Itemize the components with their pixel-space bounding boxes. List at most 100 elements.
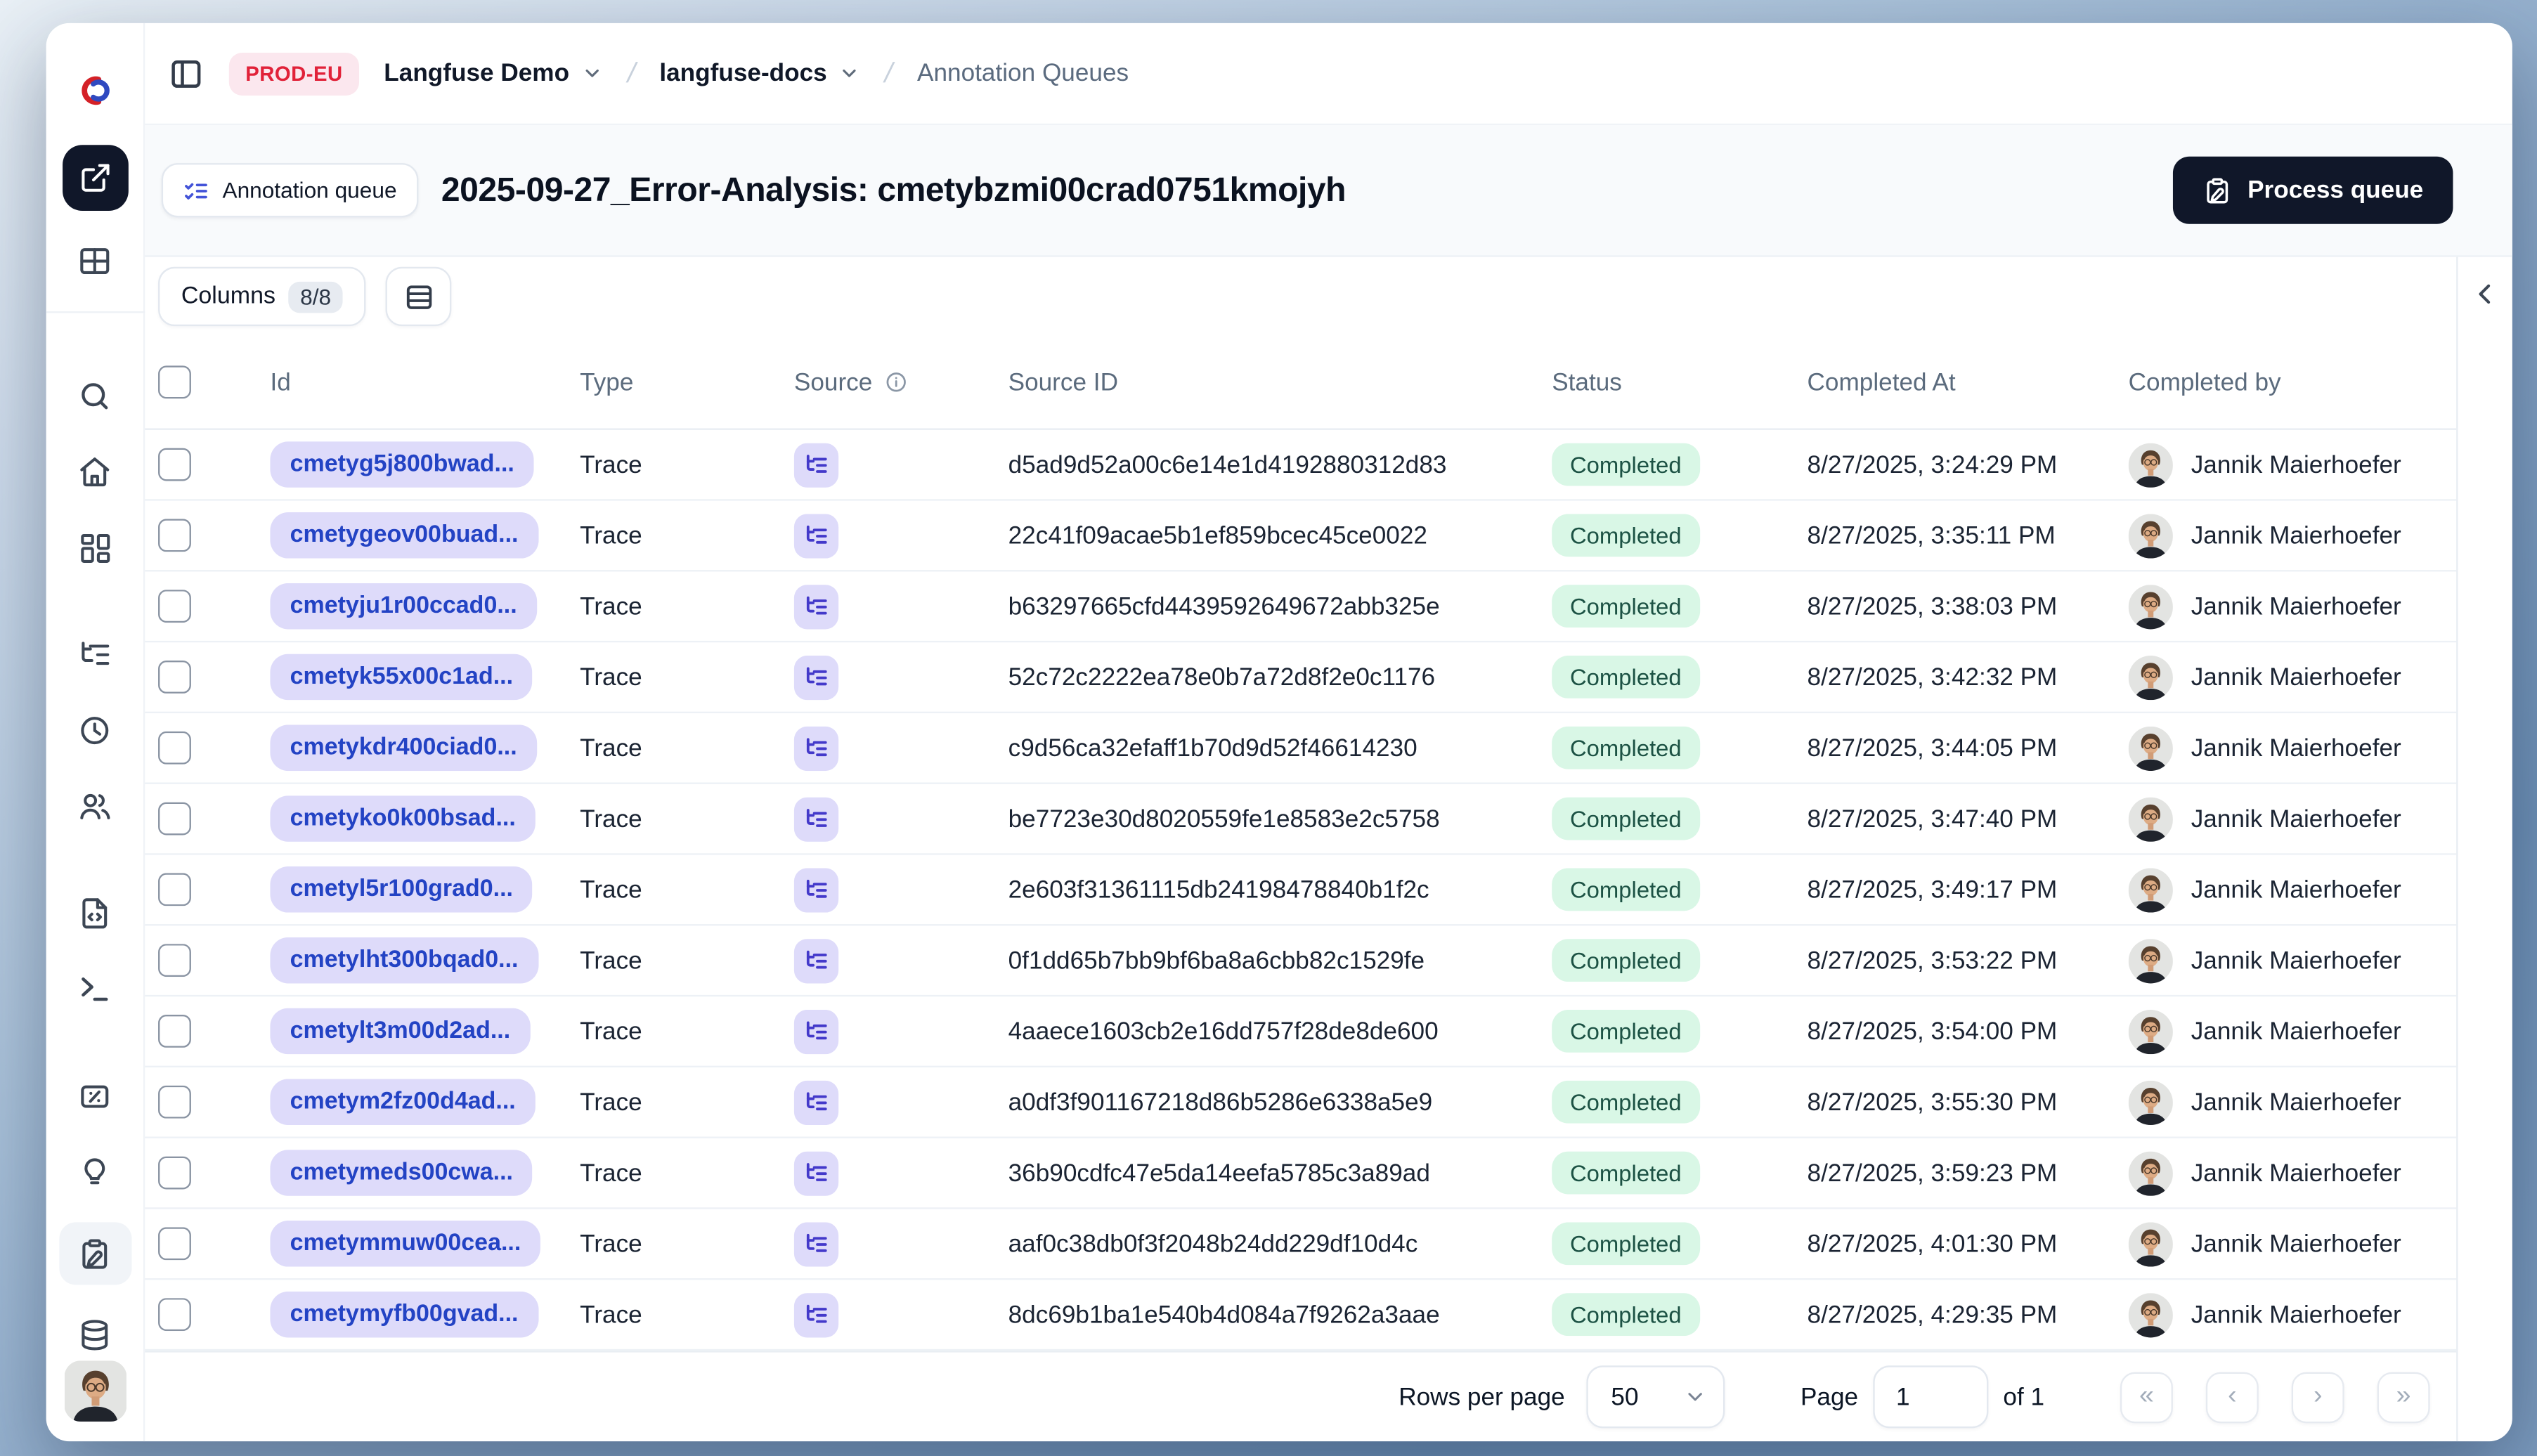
first-page-button[interactable]: « [2120,1371,2173,1423]
trace-tree-icon[interactable] [793,1292,839,1337]
user-avatar[interactable] [63,1360,126,1422]
item-id-pill[interactable]: cmetylht300bqad0... [270,937,538,984]
next-page-button[interactable]: › [2291,1371,2344,1423]
item-id-pill[interactable]: cmetyju1r00ccad0... [270,583,537,630]
column-header-id: Id [270,368,291,396]
sidebar-item-annotation-queues[interactable] [58,1223,131,1285]
sidebar-item-evaluation[interactable] [67,1072,123,1121]
sidebar-item-insights[interactable] [67,1148,123,1196]
trace-tree-icon[interactable] [793,796,839,841]
source-id: b63297665cfd4439592649672abb325e [1008,592,1440,620]
sidebar-item-playground[interactable] [67,964,123,1013]
table-row[interactable]: cmetylt3m00d2ad... Trace 4aaece1603cb2e1… [145,996,2457,1068]
langfuse-app-window: PROD-EU Langfuse Demo / langfuse-docs / … [46,22,2512,1442]
table-row[interactable]: cmetyg5j800bwad... Trace d5ad9d52a00c6e1… [145,430,2457,501]
item-type: Trace [580,875,642,904]
row-checkbox[interactable] [158,1156,191,1190]
sidebar-item-search[interactable] [67,372,123,421]
trace-tree-icon[interactable] [793,442,839,487]
trace-tree-icon[interactable] [793,725,839,770]
open-external-button[interactable] [61,145,128,210]
trace-tree-icon[interactable] [793,867,839,912]
item-id-pill[interactable]: cmetygeov00buad... [270,512,538,559]
table-row[interactable]: cmetylht300bqad0... Trace 0f1dd65b7bb9bf… [145,925,2457,997]
select-all-checkbox[interactable] [158,365,191,399]
sidebar-item-home[interactable] [67,448,123,496]
sidebar-toggle-button[interactable] [168,56,205,92]
source-id: be7723e30d8020559fe1e8583e2c5758 [1008,805,1440,833]
row-checkbox[interactable] [158,944,191,977]
columns-button[interactable]: Columns 8/8 [158,266,366,327]
trace-tree-icon[interactable] [793,937,839,983]
completed-by-name: Jannik Maierhoefer [2191,592,2401,620]
sidebar-item-datasets[interactable] [67,1311,123,1360]
row-checkbox[interactable] [158,731,191,765]
table-view-button[interactable] [67,236,123,285]
row-checkbox[interactable] [158,519,191,552]
row-checkbox[interactable] [158,1298,191,1332]
project-switcher[interactable]: langfuse-docs [659,59,859,87]
page-title: 2025-09-27_Error-Analysis: cmetybzmi00cr… [441,170,1347,209]
row-checkbox[interactable] [158,1227,191,1261]
completed-at: 8/27/2025, 3:59:23 PM [1807,1159,2058,1187]
table-header-row: Id Type Source Source ID Status Complete… [145,336,2457,430]
sidebar-divider [46,311,145,313]
item-id-pill[interactable]: cmetykdr400ciad0... [270,724,537,772]
list-checks-icon [183,177,209,204]
trace-tree-icon[interactable] [793,654,839,700]
sidebar-item-dashboards[interactable] [67,523,123,571]
trace-tree-icon[interactable] [793,1150,839,1195]
sidebar-item-sessions[interactable] [67,706,123,755]
sidebar-item-prompts[interactable] [67,890,123,938]
completed-by-cell: Jannik Maierhoefer [2109,1150,2457,1195]
row-checkbox[interactable] [158,1085,191,1119]
org-switcher[interactable]: Langfuse Demo [384,59,602,87]
last-page-button[interactable]: » [2377,1371,2430,1423]
completed-by-avatar [2128,442,2173,487]
item-id-pill[interactable]: cmetymmuw00cea... [270,1221,541,1267]
table-row[interactable]: cmetyju1r00ccad0... Trace b63297665cfd44… [145,571,2457,643]
row-checkbox[interactable] [158,590,191,623]
table-row[interactable]: cmetyko0k00bsad... Trace be7723e30d80205… [145,784,2457,855]
completed-by-name: Jannik Maierhoefer [2191,946,2401,975]
column-header-status: Status [1552,368,1622,396]
item-id-pill[interactable]: cmetylt3m00d2ad... [270,1008,531,1055]
table-row[interactable]: cmetyk55x00c1ad... Trace 52c72c2222ea78e… [145,642,2457,714]
table-row[interactable]: cmetymyfb00gvad... Trace 8dc69b1ba1e540b… [145,1280,2457,1351]
item-id-pill[interactable]: cmetymeds00cwa... [270,1150,533,1196]
trace-tree-icon[interactable] [793,584,839,629]
collapse-panel-button[interactable] [2471,280,2499,308]
source-id: c9d56ca32efaff1b70d9d52f46614230 [1008,734,1417,762]
trace-tree-icon[interactable] [793,1221,839,1266]
row-checkbox[interactable] [158,661,191,694]
table-row[interactable]: cmetymeds00cwa... Trace 36b90cdfc47e5da1… [145,1138,2457,1209]
table-row[interactable]: cmetym2fz00d4ad... Trace a0df3f901167218… [145,1067,2457,1138]
item-id-pill[interactable]: cmetyko0k00bsad... [270,795,536,842]
item-type: Trace [580,663,642,691]
trace-tree-icon[interactable] [793,1079,839,1124]
table-row[interactable]: cmetykdr400ciad0... Trace c9d56ca32efaff… [145,713,2457,784]
item-id-pill[interactable]: cmetym2fz00d4ad... [270,1079,536,1126]
item-id-pill[interactable]: cmetymyfb00gvad... [270,1291,538,1338]
item-id-pill[interactable]: cmetyg5j800bwad... [270,441,534,488]
rows-per-page-select[interactable]: 50 [1586,1365,1725,1429]
row-checkbox[interactable] [158,448,191,481]
completed-by-avatar [2128,725,2173,770]
table-row[interactable]: cmetygeov00buad... Trace 22c41f09acae5b1… [145,501,2457,572]
previous-page-button[interactable]: ‹ [2205,1371,2259,1423]
row-checkbox[interactable] [158,873,191,906]
sidebar-item-users[interactable] [67,781,123,830]
table-row[interactable]: cmetyl5r100grad0... Trace 2e603f31361115… [145,855,2457,926]
trace-tree-icon[interactable] [793,513,839,558]
sidebar-item-tracing[interactable] [67,631,123,680]
row-checkbox[interactable] [158,802,191,836]
breadcrumb-separator: / [881,56,896,89]
item-id-pill[interactable]: cmetyk55x00c1ad... [270,654,533,701]
row-checkbox[interactable] [158,1014,191,1048]
item-id-pill[interactable]: cmetyl5r100grad0... [270,866,533,913]
page-number-input[interactable] [1873,1365,1989,1429]
process-queue-button[interactable]: Process queue [2173,156,2453,224]
table-row[interactable]: cmetymmuw00cea... Trace aaf0c38db0f3f204… [145,1209,2457,1280]
trace-tree-icon[interactable] [793,1008,839,1054]
row-height-button[interactable] [385,266,452,327]
